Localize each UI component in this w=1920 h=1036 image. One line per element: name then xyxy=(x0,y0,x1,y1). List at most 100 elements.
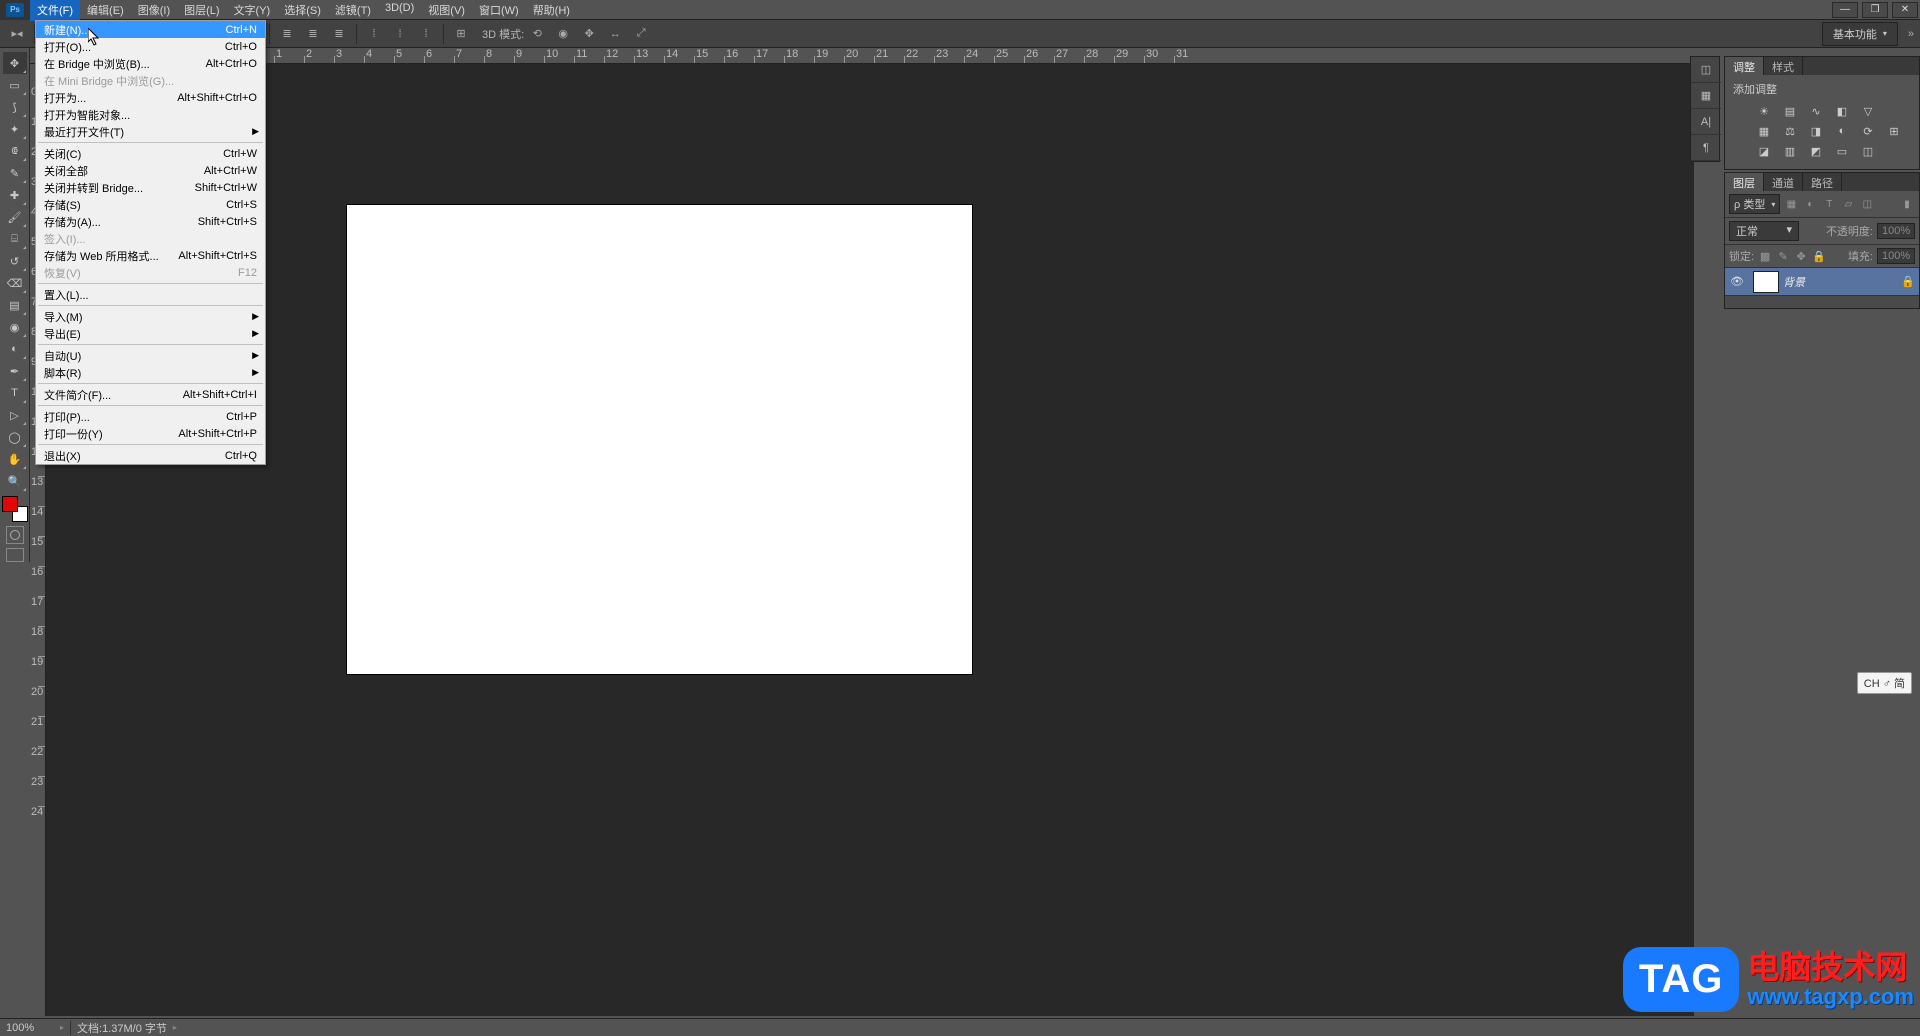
menuitem-自动U[interactable]: 自动(U)▶ xyxy=(36,347,265,364)
menuitem-文件简介F[interactable]: 文件简介(F)...Alt+Shift+Ctrl+I xyxy=(36,386,265,403)
curves-icon[interactable]: ∿ xyxy=(1807,103,1825,119)
paragraph-panel-icon[interactable]: ¶ xyxy=(1691,135,1721,161)
dodge-tool[interactable]: ◐ xyxy=(3,338,27,360)
history-brush-tool[interactable]: ↺ xyxy=(3,250,27,272)
exposure-icon[interactable]: ◧ xyxy=(1833,103,1851,119)
tool-preset-icon[interactable]: ▸◂ xyxy=(6,23,28,45)
screenmode-button[interactable] xyxy=(6,548,24,562)
hue-icon[interactable]: ▦ xyxy=(1755,123,1773,139)
dist-bottom-icon[interactable]: ≣ xyxy=(328,23,350,45)
menuitem-打开为智能对象[interactable]: 打开为智能对象... xyxy=(36,106,265,123)
zoom-tool[interactable]: 🔍 xyxy=(3,470,27,492)
crop-tool[interactable]: ⟃ xyxy=(3,140,27,162)
filter-toggle-icon[interactable]: ▮ xyxy=(1899,196,1915,212)
filter-pixel-icon[interactable]: ▦ xyxy=(1783,196,1799,212)
menuitem-在Bridge中浏览B[interactable]: 在 Bridge 中浏览(B)...Alt+Ctrl+O xyxy=(36,55,265,72)
menuitem-存储为Web所用格式[interactable]: 存储为 Web 所用格式...Alt+Shift+Ctrl+S xyxy=(36,247,265,264)
posterize-icon[interactable]: ▥ xyxy=(1781,143,1799,159)
stamp-tool[interactable]: ⌸ xyxy=(3,228,27,250)
menuitem-关闭全部[interactable]: 关闭全部Alt+Ctrl+W xyxy=(36,162,265,179)
dist-right-icon[interactable]: ⁞ xyxy=(415,23,437,45)
canvas-viewport[interactable] xyxy=(46,64,1694,1016)
lock-pixels-icon[interactable]: ✎ xyxy=(1776,249,1790,263)
threshold-icon[interactable]: ◩ xyxy=(1807,143,1825,159)
menuitem-关闭C[interactable]: 关闭(C)Ctrl+W xyxy=(36,145,265,162)
menuitem-打印P[interactable]: 打印(P)...Ctrl+P xyxy=(36,408,265,425)
menuitem-最近打开文件T[interactable]: 最近打开文件(T)▶ xyxy=(36,123,265,140)
gradient-tool[interactable]: ▤ xyxy=(3,294,27,316)
3d-pan-icon[interactable]: ✥ xyxy=(578,23,600,45)
canvas[interactable] xyxy=(346,204,973,675)
menuitem-脚本R[interactable]: 脚本(R)▶ xyxy=(36,364,265,381)
marquee-rect-tool[interactable]: ▭ xyxy=(3,74,27,96)
menu-dd[interactable]: 3D(D) xyxy=(378,0,421,21)
brightness-icon[interactable]: ☀ xyxy=(1755,103,1773,119)
menu-f[interactable]: 文件(F) xyxy=(30,0,80,21)
layer-thumbnail[interactable] xyxy=(1753,271,1779,293)
foreground-swatch[interactable] xyxy=(2,496,18,512)
menu-h[interactable]: 帮助(H) xyxy=(526,0,577,21)
filter-smart-icon[interactable]: ◫ xyxy=(1859,196,1875,212)
blend-mode-dropdown[interactable]: 正常▾ xyxy=(1729,221,1799,241)
workspace-switcher[interactable]: 基本功能 ▾ xyxy=(1822,22,1898,46)
doc-arrow-icon[interactable]: ▸ xyxy=(173,1023,177,1032)
close-button[interactable]: ✕ xyxy=(1892,2,1918,18)
menu-v[interactable]: 视图(V) xyxy=(421,0,472,21)
menuitem-退出X[interactable]: 退出(X)Ctrl+Q xyxy=(36,447,265,464)
layer-row-background[interactable]: 👁 背景 🔒 xyxy=(1725,268,1919,296)
brush-tool[interactable]: 🖌 xyxy=(3,206,27,228)
bw-icon[interactable]: ◨ xyxy=(1807,123,1825,139)
ime-indicator[interactable]: CH ♂ 简 xyxy=(1857,672,1912,694)
dist-top-icon[interactable]: ≣ xyxy=(276,23,298,45)
blur-tool[interactable]: ◉ xyxy=(3,316,27,338)
menuitem-打印一份Y[interactable]: 打印一份(Y)Alt+Shift+Ctrl+P xyxy=(36,425,265,442)
3d-slide-icon[interactable]: ↔ xyxy=(604,23,626,45)
levels-icon[interactable]: ▤ xyxy=(1781,103,1799,119)
menuitem-打开为[interactable]: 打开为...Alt+Shift+Ctrl+O xyxy=(36,89,265,106)
invert-icon[interactable]: ◪ xyxy=(1755,143,1773,159)
filter-type-dropdown[interactable]: ρ 类型▾ xyxy=(1729,194,1780,214)
move-tool[interactable]: ✥ xyxy=(3,52,27,74)
color-swatches[interactable] xyxy=(2,496,28,522)
dist-left-icon[interactable]: ⁞ xyxy=(363,23,385,45)
lock-transparent-icon[interactable]: ▩ xyxy=(1758,249,1772,263)
menu-s[interactable]: 选择(S) xyxy=(277,0,328,21)
photo-filter-icon[interactable]: ◐ xyxy=(1833,123,1851,139)
filter-type-icon[interactable]: T xyxy=(1821,196,1837,212)
zoom-field[interactable]: 100% xyxy=(6,1022,54,1034)
maximize-button[interactable]: ❐ xyxy=(1862,2,1888,18)
3d-zoom-icon[interactable]: ⤢ xyxy=(630,23,652,45)
zoom-arrow-icon[interactable]: ▸ xyxy=(60,1023,64,1032)
healing-tool[interactable]: ✚ xyxy=(3,184,27,206)
eyedropper-tool[interactable]: ✎ xyxy=(3,162,27,184)
menuitem-关闭并转到Bridge[interactable]: 关闭并转到 Bridge...Shift+Ctrl+W xyxy=(36,179,265,196)
menuitem-新建N[interactable]: 新建(N)...Ctrl+N xyxy=(36,21,265,38)
tab-styles[interactable]: 样式 xyxy=(1764,57,1803,75)
lasso-tool[interactable]: ⟆ xyxy=(3,96,27,118)
gradient-map-icon[interactable]: ▭ xyxy=(1833,143,1851,159)
minimize-button[interactable]: — xyxy=(1832,2,1858,18)
pen-tool[interactable]: ✒ xyxy=(3,360,27,382)
swatches-panel-icon[interactable]: ▦ xyxy=(1691,83,1721,109)
lock-position-icon[interactable]: ✥ xyxy=(1794,249,1808,263)
wand-tool[interactable]: ✦ xyxy=(3,118,27,140)
eraser-tool[interactable]: ⌫ xyxy=(3,272,27,294)
layer-name[interactable]: 背景 xyxy=(1783,274,1901,290)
menuitem-打开O[interactable]: 打开(O)...Ctrl+O xyxy=(36,38,265,55)
dist-vcenter-icon[interactable]: ≣ xyxy=(302,23,324,45)
menuitem-导出E[interactable]: 导出(E)▶ xyxy=(36,325,265,342)
menu-y[interactable]: 文字(Y) xyxy=(227,0,278,21)
filter-adjust-icon[interactable]: ◐ xyxy=(1802,196,1818,212)
rectangle-tool[interactable]: ◯ xyxy=(3,426,27,448)
menu-t[interactable]: 滤镜(T) xyxy=(328,0,378,21)
hand-tool[interactable]: ✋ xyxy=(3,448,27,470)
menu-i[interactable]: 图像(I) xyxy=(131,0,177,21)
menu-e[interactable]: 编辑(E) xyxy=(80,0,131,21)
character-panel-icon[interactable]: A| xyxy=(1691,109,1721,135)
type-tool[interactable]: T xyxy=(3,382,27,404)
menuitem-置入L[interactable]: 置入(L)... xyxy=(36,286,265,303)
menu-w[interactable]: 窗口(W) xyxy=(472,0,526,21)
visibility-toggle[interactable]: 👁 xyxy=(1725,275,1749,288)
3d-orbit-icon[interactable]: ⟲ xyxy=(526,23,548,45)
menuitem-存储S[interactable]: 存储(S)Ctrl+S xyxy=(36,196,265,213)
